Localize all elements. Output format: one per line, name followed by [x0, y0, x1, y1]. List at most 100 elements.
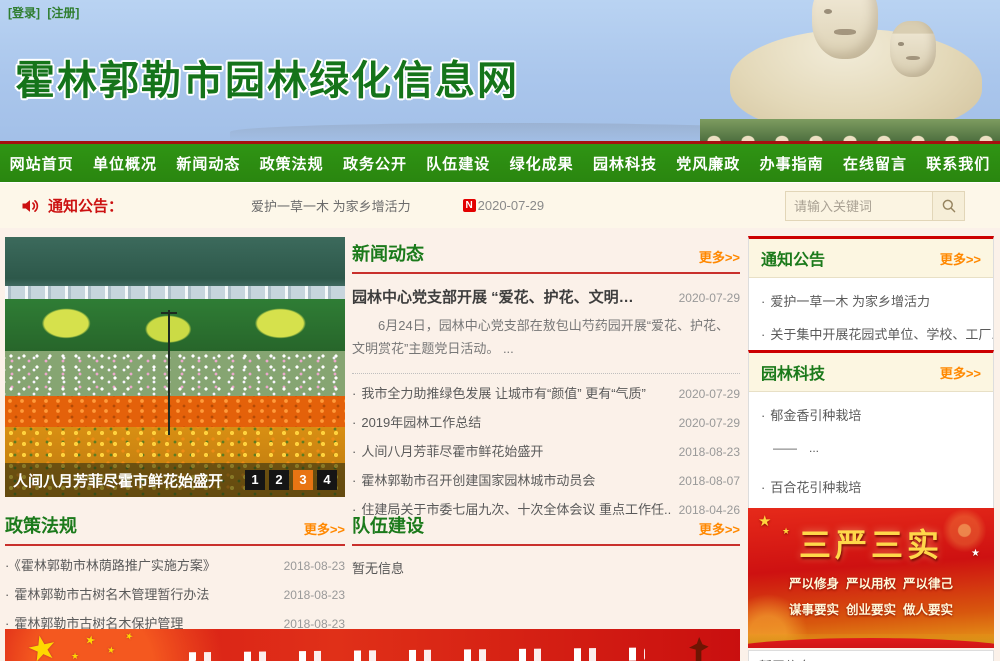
- garden-tech-list: 百合花引种栽培: [749, 464, 993, 509]
- team-section-header: 队伍建设 更多>>: [352, 512, 740, 546]
- nav-item-message-board[interactable]: 在线留言: [843, 153, 907, 174]
- slider-page-1[interactable]: 1: [245, 470, 265, 490]
- auth-links: [登录] [注册]: [8, 4, 83, 21]
- promo-banner-ribbon: [748, 638, 994, 648]
- garden-tech-more-link[interactable]: 更多>>: [940, 363, 981, 382]
- policy-section-header: 政策法规 更多>>: [5, 512, 345, 546]
- tech-item-meta[interactable]: —— ...: [749, 437, 993, 464]
- genghis-khan-statues-image: [700, 0, 1000, 141]
- nav-item-about[interactable]: 单位概况: [93, 153, 157, 174]
- team-more-link[interactable]: 更多>>: [699, 519, 740, 538]
- policy-list-item[interactable]: 霍林郭勒市古树名木管理暂行办法 2018-08-23: [5, 579, 345, 608]
- star-icon: ★: [123, 630, 134, 643]
- nav-item-garden-tech[interactable]: 园林科技: [593, 153, 657, 174]
- banner-calligraphy-strokes: [175, 648, 645, 661]
- notices-box: 通知公告 更多>> 爱护一草一木 为家乡增活力 关于集中开展花园式单位、学校、工…: [748, 236, 994, 357]
- tech-list-item[interactable]: 郁金香引种栽培: [749, 398, 993, 431]
- slider-photo-hills: [5, 237, 345, 289]
- promo-banner-line2: 谋事要实 创业要实 做人要实: [748, 599, 994, 618]
- tech-list-item[interactable]: 百合花引种栽培: [749, 470, 993, 503]
- bottom-empty-text: 暂无信息: [759, 656, 983, 661]
- policy-more-link[interactable]: 更多>>: [304, 519, 345, 538]
- search-icon: [941, 198, 957, 214]
- policy-list: 《霍林郭勒市林荫路推广实施方案》 2018-08-23 霍林郭勒市古树名木管理暂…: [5, 550, 345, 637]
- star-icon: ★: [83, 632, 97, 648]
- news-list-item[interactable]: 霍林郭勒市召开创建国家园林城市动员会 2018-08-07: [352, 465, 740, 494]
- news-item-date: 2018-08-23: [679, 445, 740, 459]
- news-item-date: 2018-08-07: [679, 474, 740, 488]
- news-item-text[interactable]: 霍林郭勒市召开创建国家园林城市动员会: [352, 470, 595, 489]
- slider-caption[interactable]: 人间八月芳菲尽霍市鲜花始盛开: [13, 470, 245, 491]
- news-item-text[interactable]: 我市全力助推绿色发展 让城市有“颜值” 更有“气质”: [352, 383, 646, 402]
- page: [登录] [注册] 霍林郭勒市园林绿化信息网 网站首页 单位概况 新闻动态 政策…: [0, 0, 1000, 661]
- news-item-date: 2020-07-29: [679, 416, 740, 430]
- bottom-red-banner[interactable]: ★ ★ ★ ★ ★: [5, 629, 740, 661]
- news-list-item[interactable]: 我市全力助推绿色发展 让城市有“颜值” 更有“气质” 2020-07-29: [352, 378, 740, 407]
- promo-banner-three-stricts[interactable]: ★ ★ ★ 三严三实 严以修身 严以用权 严以律己 谋事要实 创业要实 做人要实: [748, 508, 994, 648]
- news-item-text[interactable]: 人间八月芳菲尽霍市鲜花始盛开: [352, 441, 543, 460]
- nav-item-team[interactable]: 队伍建设: [426, 153, 490, 174]
- slider-caption-bar: 人间八月芳菲尽霍市鲜花始盛开 1 2 3 4: [5, 463, 345, 497]
- notices-box-header: 通知公告 更多>>: [749, 239, 993, 278]
- star-icon: ★: [23, 629, 61, 661]
- slider-page-4[interactable]: 4: [317, 470, 337, 490]
- featured-news-summary: 6月24日，园林中心党支部在敖包山芍药园开展“爱花、护花、文明赏花”主题党日活动…: [352, 315, 740, 374]
- nav-item-contact[interactable]: 联系我们: [926, 153, 990, 174]
- policy-item-text[interactable]: 霍林郭勒市古树名木管理暂行办法: [5, 584, 209, 603]
- login-link[interactable]: [登录]: [8, 6, 40, 20]
- slider-page-3-active[interactable]: 3: [293, 470, 313, 490]
- policy-item-date: 2018-08-23: [284, 588, 345, 602]
- news-more-link[interactable]: 更多>>: [699, 247, 740, 266]
- photo-slider[interactable]: 人间八月芳菲尽霍市鲜花始盛开 1 2 3 4: [5, 237, 345, 497]
- notice-list-item[interactable]: 爱护一草一木 为家乡增活力: [749, 284, 993, 317]
- star-icon: ★: [758, 512, 771, 530]
- garden-tech-box-header: 园林科技 更多>>: [749, 353, 993, 392]
- policy-item-text[interactable]: 《霍林郭勒市林荫路推广实施方案》: [5, 555, 216, 574]
- nav-item-policy[interactable]: 政策法规: [260, 153, 324, 174]
- slider-pager: 1 2 3 4: [245, 470, 337, 490]
- policy-section: 政策法规 更多>> 《霍林郭勒市林荫路推广实施方案》 2018-08-23 霍林…: [5, 512, 345, 637]
- promo-banner-line1: 严以修身 严以用权 严以律己: [748, 573, 994, 592]
- star-icon: ★: [971, 548, 980, 559]
- notice-bar: 通知公告： 爱护一草一木 为家乡增活力 N 2020-07-29: [0, 182, 1000, 228]
- nav-item-home[interactable]: 网站首页: [10, 153, 74, 174]
- featured-news-row: 园林中心党支部开展 “爱花、护花、文明… 2020-07-29: [352, 286, 740, 307]
- policy-section-title: 政策法规: [5, 512, 77, 538]
- policy-list-item[interactable]: 《霍林郭勒市林荫路推广实施方案》 2018-08-23: [5, 550, 345, 579]
- nav-item-service-guide[interactable]: 办事指南: [760, 153, 824, 174]
- notices-more-link[interactable]: 更多>>: [940, 249, 981, 268]
- nav-item-news[interactable]: 新闻动态: [176, 153, 240, 174]
- news-section: 新闻动态 更多>> 园林中心党支部开展 “爱花、护花、文明… 2020-07-2…: [352, 240, 740, 523]
- star-icon: ★: [782, 526, 790, 537]
- main-nav: 网站首页 单位概况 新闻动态 政策法规 政务公开 队伍建设 绿化成果 园林科技 …: [0, 141, 1000, 182]
- statue-head-small: [890, 21, 936, 77]
- news-list-item[interactable]: 2019年园林工作总结 2020-07-29: [352, 407, 740, 436]
- notice-headline-link[interactable]: 爱护一草一木 为家乡增活力: [251, 196, 411, 215]
- news-item-date: 2020-07-29: [679, 387, 740, 401]
- register-link[interactable]: [注册]: [47, 6, 79, 20]
- news-list: 我市全力助推绿色发展 让城市有“颜值” 更有“气质” 2020-07-29 20…: [352, 378, 740, 523]
- slider-page-2[interactable]: 2: [269, 470, 289, 490]
- nav-item-gov-affairs[interactable]: 政务公开: [343, 153, 407, 174]
- notices-box-title: 通知公告: [761, 246, 825, 270]
- nav-item-greening-results[interactable]: 绿化成果: [510, 153, 574, 174]
- bottom-empty-box: 暂无信息: [748, 650, 994, 661]
- search-button[interactable]: [933, 191, 965, 221]
- featured-news-date: 2020-07-29: [679, 291, 740, 305]
- notices-list: 爱护一草一木 为家乡增活力 关于集中开展花园式单位、学校、工厂...: [749, 278, 993, 356]
- notice-label: 通知公告：: [48, 195, 123, 216]
- banner-statue-silhouette: [684, 637, 712, 661]
- notice-list-item[interactable]: 关于集中开展花园式单位、学校、工厂...: [749, 317, 993, 350]
- nav-item-party-conduct[interactable]: 党风廉政: [676, 153, 740, 174]
- garden-tech-box-title: 园林科技: [761, 360, 825, 384]
- star-icon: ★: [71, 651, 79, 661]
- search-input[interactable]: [785, 191, 933, 221]
- news-list-item[interactable]: 人间八月芳菲尽霍市鲜花始盛开 2018-08-23: [352, 436, 740, 465]
- site-header: [登录] [注册] 霍林郭勒市园林绿化信息网: [0, 0, 1000, 141]
- new-badge-icon: N: [463, 199, 476, 212]
- featured-news-title[interactable]: 园林中心党支部开展 “爱花、护花、文明…: [352, 286, 634, 307]
- news-section-title: 新闻动态: [352, 240, 424, 266]
- garden-tech-list: 郁金香引种栽培: [749, 392, 993, 437]
- statue-hill-base: [700, 119, 1000, 141]
- news-item-text[interactable]: 2019年园林工作总结: [352, 412, 481, 431]
